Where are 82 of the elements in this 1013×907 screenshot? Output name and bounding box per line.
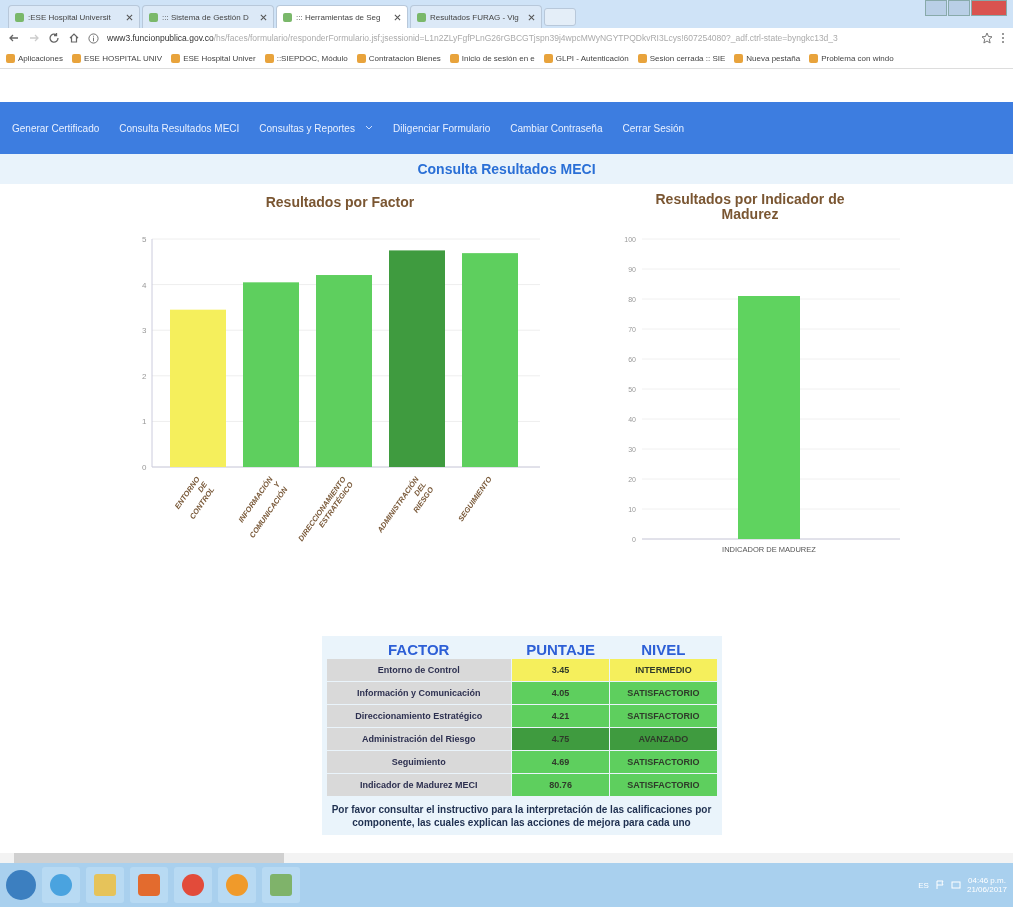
bookmark[interactable]: Aplicaciones [6,53,63,63]
chart-title: Resultados por Indicador de Madurez [654,192,846,222]
bookmark-icon [637,53,647,63]
bookmark-icon [264,53,274,63]
bookmark[interactable]: Inicio de sesión en e [449,53,535,63]
minimize-button[interactable] [925,0,947,16]
bookmark[interactable]: ESE Hospital Univer [171,53,256,63]
bookmark[interactable]: ESE HOSPITAL UNIV [71,53,163,63]
caret-icon [364,125,373,131]
page-icon [15,12,24,22]
axis-tick-label: 2 [142,371,147,381]
axis-tick-label: 5 [142,235,147,244]
star-icon[interactable] [981,32,993,44]
bookmark[interactable]: ::SIEPDOC, Módulo [264,53,348,63]
table-cell: Seguimiento [326,750,512,774]
bookmark-icon [171,53,181,63]
browser-tab[interactable]: ::: Sistema de Gestión D [142,5,274,28]
bookmark[interactable]: GLPI - Autenticación [543,53,629,63]
back-icon[interactable] [8,32,20,44]
nav-link[interactable]: Consulta Resultados MECI [119,122,240,134]
bookmark-icon [71,53,81,63]
taskbar-app-icon[interactable] [86,867,124,903]
table-cell: Indicador de Madurez MECI [326,773,512,797]
axis-tick-label: 1 [142,417,147,427]
chart-title: Resultados por Factor [264,192,416,212]
scrollbar-thumb[interactable] [14,853,284,863]
taskbar-app-icon[interactable] [262,867,300,903]
axis-tick-label: 3 [142,326,147,336]
bookmark-icon [543,53,553,63]
bookmark[interactable]: Nueva pestaña [734,53,801,63]
bookmark-icon [6,53,15,63]
more-icon[interactable] [1001,32,1005,44]
nav-link[interactable]: Diligenciar Formulario [392,122,491,134]
table-cell: Administración del Riesgo [326,727,512,751]
bookmark[interactable]: Sesion cerrada :: SIE [637,53,726,63]
flag-icon[interactable] [934,880,945,890]
new-tab-button[interactable] [544,8,576,26]
bookmark-icon [449,53,459,63]
bookmark-icon [734,53,744,63]
close-button[interactable] [971,0,1007,16]
reload-icon[interactable] [48,32,60,44]
address-field[interactable]: www3.funcionpublica.gov.co/hs/faces/formulario/responderFormulario.jsf;jsessionid=L1n2ZLyFgfPLnG26rGBCGTjspn39j4wpcMWyNGYTPQDkvRI3Lcys!607254080?_adf.ctrl-state=byngkc13d_3 [107,33,973,43]
maximize-button[interactable] [948,0,970,16]
taskbar-app-icon[interactable] [130,867,168,903]
page-title: Consulta Resultados MECI [0,154,1013,184]
table-cell: 3.45 [511,658,610,682]
taskbar-app-icon[interactable] [174,867,212,903]
home-icon[interactable] [68,32,80,44]
browser-tab[interactable]: ::: Herramientas de Seg [276,5,408,28]
info-icon[interactable] [88,32,99,44]
close-icon[interactable] [126,13,133,21]
page-icon [417,12,426,22]
table-cell: Entorno de Control [326,658,512,682]
close-icon[interactable] [260,13,267,21]
nav-link[interactable]: Generar Certificado [12,122,100,134]
nav-link[interactable]: Cerrar Sesión [622,122,685,134]
nav-link[interactable]: Cambiar Contraseña [510,122,603,134]
axis-tick-label: 0 [142,463,147,472]
bookmark-icon [356,53,366,63]
taskbar-app-icon[interactable] [42,867,80,903]
forward-icon[interactable] [28,32,40,44]
page-icon [149,12,158,22]
close-icon[interactable] [394,13,401,21]
bookmark[interactable]: Contratacion Bienes [356,53,441,63]
browser-tab[interactable]: Resultados FURAG - Vig [410,5,542,28]
bookmark[interactable]: Problema con windo [809,53,894,63]
network-icon[interactable] [950,880,961,890]
close-icon[interactable] [528,13,535,21]
column-header: NIVEL [640,642,687,659]
nav-link[interactable]: Consultas y Reportes [259,122,373,134]
start-button[interactable] [6,870,36,900]
column-header: PUNTAJE [525,642,597,659]
column-header: FACTOR [387,642,451,659]
axis-tick-label: 4 [142,280,147,290]
table-cell: Direccionamiento Estratégico [326,704,512,728]
table-cell: Información y Comunicación [326,681,512,705]
note-text: Por favor consultar el instructivo para la interpretación de las calificaciones por componente, las cuales explican las acciones de mejora para cada uno [330,803,713,829]
page-icon [283,12,292,22]
table-cell: INTERMEDIO [609,658,717,682]
browser-tab[interactable]: :ESE Hospital Universit [8,5,140,28]
taskbar-app-icon[interactable] [218,867,256,903]
bookmark-icon [809,53,819,63]
